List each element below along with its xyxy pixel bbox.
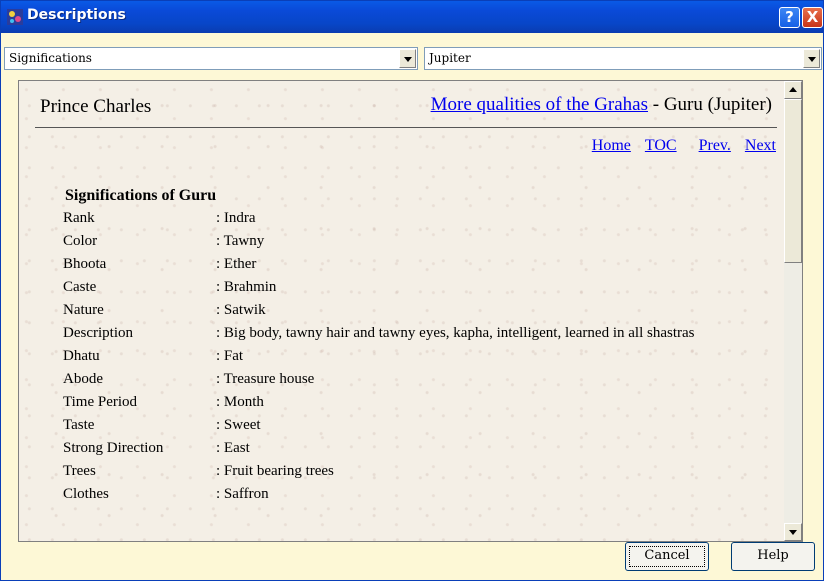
row-key: Taste <box>63 417 95 433</box>
table-row: Color : Tawny <box>63 230 756 253</box>
table-row: Description : Big body, tawny hair and ta… <box>63 322 756 345</box>
chevron-down-icon[interactable] <box>803 49 820 68</box>
prev-link[interactable]: Prev. <box>699 137 731 154</box>
title-bar[interactable]: Descriptions ? X <box>1 1 823 33</box>
home-link[interactable]: Home <box>592 137 631 154</box>
row-key: Abode <box>63 371 103 387</box>
window-title: Descriptions <box>27 7 126 23</box>
category-dropdown[interactable]: Significations <box>4 47 418 70</box>
help-button[interactable]: Help <box>731 542 815 571</box>
row-value: : Tawny <box>216 233 265 249</box>
row-key: Caste <box>63 279 97 295</box>
description-content-pane[interactable]: Prince Charles More qualities of the Gra… <box>18 80 803 542</box>
cancel-button[interactable]: Cancel <box>625 542 709 571</box>
table-row: Rank : Indra <box>63 207 756 230</box>
page-heading: More qualities of the Grahas - Guru (Jup… <box>431 94 772 116</box>
row-key: Time Period <box>63 394 138 410</box>
row-key: Strong Direction <box>63 440 164 456</box>
table-row: Caste : Brahmin <box>63 276 756 299</box>
row-value: : Brahmin <box>216 279 277 295</box>
row-value: : Big body, tawny hair and tawny eyes, k… <box>216 325 695 341</box>
table-row: Dhatu : Fat <box>63 345 756 368</box>
row-key: Description <box>63 325 133 341</box>
row-value: : Month <box>216 394 264 410</box>
divider <box>35 127 777 128</box>
significations-table: Rank : Indra Color : Tawny Bhoota : Ether Cast… <box>63 207 756 506</box>
table-row: Strong Direction : East <box>63 437 756 460</box>
row-value: : Indra <box>216 210 256 226</box>
app-icon <box>7 9 23 25</box>
table-row: Clothes : Saffron <box>63 483 756 506</box>
scroll-down-icon[interactable] <box>784 523 802 541</box>
nav-links: Home TOC Prev. Next <box>578 137 776 155</box>
row-key: Rank <box>63 210 95 226</box>
row-key: Clothes <box>63 486 109 502</box>
row-value: : Satwik <box>216 302 266 318</box>
help-button-label: Help <box>757 548 789 563</box>
focus-ring <box>629 546 705 567</box>
close-button[interactable]: X <box>802 7 823 28</box>
row-value: : Fat <box>216 348 244 364</box>
category-dropdown-value: Significations <box>9 51 92 65</box>
row-key: Trees <box>63 463 96 479</box>
row-key: Dhatu <box>63 348 100 364</box>
planet-dropdown-value: Jupiter <box>429 51 471 65</box>
toc-link[interactable]: TOC <box>645 137 677 154</box>
table-row: Time Period : Month <box>63 391 756 414</box>
row-value: : Sweet <box>216 417 261 433</box>
next-link[interactable]: Next <box>745 137 776 154</box>
scroll-thumb[interactable] <box>784 99 802 263</box>
grahas-link[interactable]: More qualities of the Grahas <box>431 94 648 115</box>
scroll-up-icon[interactable] <box>784 81 802 99</box>
planet-dropdown[interactable]: Jupiter <box>424 47 822 70</box>
row-key: Nature <box>63 302 104 318</box>
table-row: Taste : Sweet <box>63 414 756 437</box>
chevron-down-icon[interactable] <box>399 49 416 68</box>
table-row: Trees : Fruit bearing trees <box>63 460 756 483</box>
row-value: : Ether <box>216 256 257 272</box>
vertical-scrollbar[interactable] <box>784 81 802 541</box>
section-title: Significations of Guru <box>65 187 217 204</box>
person-name: Prince Charles <box>40 96 152 117</box>
table-row: Abode : Treasure house <box>63 368 756 391</box>
row-value: : Fruit bearing trees <box>216 463 334 479</box>
table-row: Bhoota : Ether <box>63 253 756 276</box>
row-value: : East <box>216 440 250 456</box>
row-value: : Treasure house <box>216 371 315 387</box>
row-key: Color <box>63 233 98 249</box>
heading-suffix: - Guru (Jupiter) <box>648 94 772 115</box>
descriptions-window: Descriptions ? X Significations Jupiter … <box>0 0 824 581</box>
table-row: Nature : Satwik <box>63 299 756 322</box>
row-value: : Saffron <box>216 486 269 502</box>
row-key: Bhoota <box>63 256 107 272</box>
help-title-button[interactable]: ? <box>779 7 800 28</box>
